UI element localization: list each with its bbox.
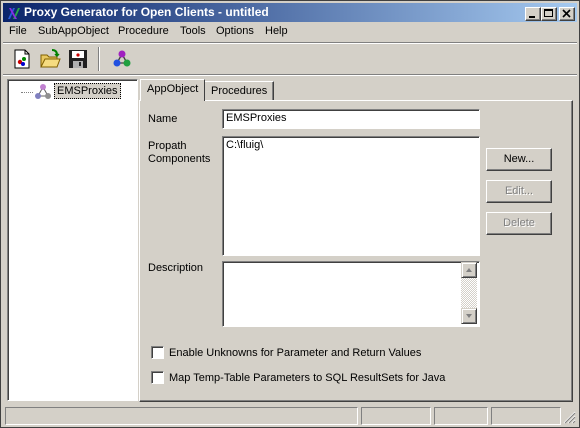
tab-procedures-label: Procedures — [211, 85, 268, 97]
new-propath-label: New... — [503, 153, 535, 165]
propath-list[interactable]: C:\fluig\ — [222, 136, 480, 256]
title-bar[interactable]: Proxy Generator for Open Clients - untit… — [3, 3, 577, 22]
enable-unknowns-label: Enable Unknowns for Parameter and Return… — [169, 347, 422, 359]
map-temptable-checkbox[interactable] — [151, 371, 164, 384]
menu-subappobject[interactable]: SubAppObject — [38, 25, 109, 37]
tree-connector — [21, 92, 33, 93]
app-icon — [6, 5, 22, 21]
open-folder-icon — [40, 49, 61, 68]
menu-file[interactable]: File — [9, 25, 27, 37]
status-panel-1 — [5, 407, 358, 425]
edit-propath-label: Edit... — [504, 185, 534, 197]
name-label: Name — [148, 113, 178, 125]
minimize-icon — [529, 16, 535, 18]
scroll-up-button[interactable] — [461, 262, 477, 278]
map-temptable-label: Map Temp-Table Parameters to SQL ResultS… — [169, 372, 446, 384]
propath-entry[interactable]: C:\fluig\ — [226, 139, 263, 151]
scroll-down-button[interactable] — [461, 308, 477, 324]
maximize-button[interactable] — [541, 7, 557, 21]
toolbar — [3, 44, 577, 76]
tab-appobject-label: AppObject — [147, 83, 199, 95]
propath-label-line1: Propath — [148, 140, 187, 152]
tab-appobject[interactable]: AppObject — [140, 79, 206, 101]
minimize-button[interactable] — [525, 7, 541, 21]
propath-label-line2: Components — [148, 153, 211, 165]
menu-help[interactable]: Help — [265, 25, 288, 37]
status-panel-3 — [434, 407, 488, 425]
maximize-icon — [544, 9, 553, 17]
arrow-down-icon — [466, 314, 472, 318]
generate-button[interactable] — [109, 46, 135, 72]
toolbar-divider — [98, 47, 100, 71]
generate-proxy-icon — [113, 50, 131, 67]
appobject-node-icon — [34, 83, 52, 104]
description-textarea[interactable] — [222, 261, 480, 327]
new-button[interactable] — [9, 46, 35, 72]
save-disk-icon — [69, 50, 87, 68]
close-icon — [562, 9, 571, 18]
save-button[interactable] — [65, 46, 91, 72]
status-panel-2 — [361, 407, 431, 425]
resize-grip-icon[interactable] — [563, 411, 576, 424]
window-title: Proxy Generator for Open Clients - untit… — [24, 5, 269, 19]
appobject-tree[interactable]: EMSProxies — [7, 79, 138, 401]
menu-bar: File SubAppObject Procedure Tools Option… — [3, 23, 577, 41]
description-scrollbar[interactable] — [461, 262, 477, 324]
open-button[interactable] — [37, 46, 63, 72]
new-document-icon — [14, 49, 30, 69]
new-propath-button[interactable]: New... — [486, 148, 552, 171]
menu-procedure[interactable]: Procedure — [118, 25, 169, 37]
delete-propath-button[interactable]: Delete — [486, 212, 552, 235]
edit-propath-button[interactable]: Edit... — [486, 180, 552, 203]
delete-propath-label: Delete — [503, 217, 535, 229]
menu-options[interactable]: Options — [216, 25, 254, 37]
tab-procedures[interactable]: Procedures — [204, 81, 275, 100]
toolbar-separator — [3, 74, 577, 76]
close-button[interactable] — [559, 7, 575, 21]
tree-node-emsproxies[interactable]: EMSProxies — [54, 83, 121, 99]
name-input[interactable]: EMSProxies — [222, 109, 480, 129]
description-label: Description — [148, 262, 204, 274]
main-window: Proxy Generator for Open Clients - untit… — [0, 0, 580, 428]
menu-tools[interactable]: Tools — [180, 25, 206, 37]
appobject-panel: Name EMSProxies Propath Components C:\fl… — [139, 100, 573, 402]
arrow-up-icon — [466, 268, 472, 272]
status-panel-4 — [491, 407, 561, 425]
enable-unknowns-checkbox[interactable] — [151, 346, 164, 359]
